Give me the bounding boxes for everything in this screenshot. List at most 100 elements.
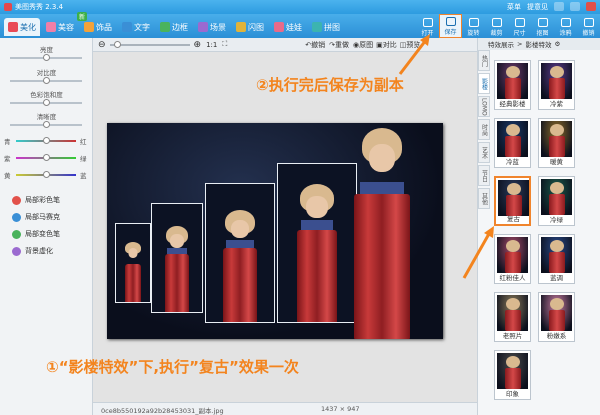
thumb-figure-head [505, 298, 520, 310]
slider-knob[interactable] [43, 77, 50, 84]
crop-button[interactable]: 裁剪 [485, 14, 508, 38]
zoom-out-icon[interactable]: ⊖ [98, 40, 106, 50]
red-label: 红 [80, 138, 87, 146]
effect-preview [497, 353, 528, 389]
zoom-ratio[interactable]: 1:1 [206, 41, 217, 49]
effect-thumb[interactable]: 暖黄 [538, 118, 575, 168]
redo-link[interactable]: 重做 [335, 40, 349, 50]
app-logo-icon [4, 3, 12, 11]
yellow-blue-slider[interactable] [16, 171, 76, 178]
fit-icon[interactable]: ⛶ [222, 40, 227, 49]
effect-label: 冷绿 [550, 216, 563, 224]
thumb-figure-dress [504, 78, 521, 99]
tab-flash[interactable]: 闪图 [232, 18, 268, 36]
effect-thumb[interactable]: 红粉佳人 [494, 234, 531, 284]
cutout-button[interactable]: 抠图 [531, 14, 554, 38]
category-other[interactable]: 其他 [478, 188, 490, 209]
feedback-link[interactable]: 提意见 [527, 2, 548, 12]
studio-effects-tab[interactable]: 影楼特效 [525, 39, 551, 49]
magenta-green-slider[interactable] [16, 154, 76, 161]
recolor-pen-icon [12, 229, 21, 239]
sharpness-slider[interactable] [10, 121, 82, 128]
status-bar: 0ce8b550192a92b28453031_副本.jpg 1437 × 94… [93, 402, 477, 415]
rotate-button[interactable]: 旋转 [462, 14, 485, 38]
undo-tool-button[interactable]: 撤销 [577, 14, 600, 38]
slider-knob[interactable] [43, 54, 50, 61]
slider-knob[interactable] [43, 171, 50, 178]
settings-icon[interactable]: ⚙ [554, 40, 560, 48]
effect-thumb[interactable]: 粉嫩系 [538, 292, 575, 342]
accessories-icon [84, 22, 94, 32]
zoom-slider[interactable] [109, 40, 190, 48]
zoom-in-icon[interactable]: ⊕ [194, 40, 202, 50]
effect-preview [541, 63, 572, 99]
effect-thumb[interactable]: 经典影楼 [494, 60, 531, 110]
zoom-knob[interactable] [113, 40, 121, 48]
save-button[interactable]: 保存 [439, 14, 462, 38]
category-studio[interactable]: 影楼 [478, 73, 490, 94]
effect-label: 冷蓝 [506, 158, 519, 166]
doll-icon [274, 22, 284, 32]
effect-thumb[interactable]: 冷紫 [538, 60, 575, 110]
close-button[interactable] [586, 2, 596, 11]
rotate-icon [468, 18, 479, 27]
local-mosaic-button[interactable]: 局部马赛克 [12, 212, 60, 222]
category-festival[interactable]: 节日 [478, 165, 490, 186]
resize-button[interactable]: 尺寸 [508, 14, 531, 38]
effect-label: 蓝调 [550, 274, 563, 282]
category-hot[interactable]: 热门 [478, 50, 490, 71]
slider-knob[interactable] [43, 154, 50, 161]
effect-thumb[interactable]: 蓝调 [538, 234, 575, 284]
effect-thumb[interactable]: 冷蓝 [494, 118, 531, 168]
undo-link[interactable]: 撤销 [311, 40, 325, 50]
category-lomo[interactable]: LOMO [478, 96, 490, 117]
tab-scene[interactable]: 场景 [194, 18, 230, 36]
local-color-pen-button[interactable]: 局部彩色笔 [12, 195, 60, 205]
image-dimensions: 1437 × 947 [321, 405, 360, 413]
effect-thumb[interactable]: 印象 [494, 350, 531, 400]
tab-collage[interactable]: 拼图 [308, 18, 344, 36]
effect-label: 经典影楼 [499, 100, 526, 108]
edited-photo[interactable] [107, 123, 443, 339]
background-blur-button[interactable]: 背景虚化 [12, 246, 53, 256]
minimize-button[interactable] [554, 2, 564, 11]
thumb-figure-dress [504, 252, 521, 273]
slider-knob[interactable] [43, 99, 50, 106]
cutout-icon [537, 18, 548, 27]
slider-knob[interactable] [43, 137, 50, 144]
thumb-figure-dress [504, 310, 521, 331]
cyan-red-slider[interactable] [16, 137, 76, 144]
effects-display-tab[interactable]: 特效展示 [488, 39, 514, 49]
tab-doll[interactable]: 娃娃 [270, 18, 306, 36]
save-icon [445, 17, 456, 26]
thumb-figure-head [549, 66, 564, 78]
color-pen-icon [12, 195, 21, 205]
effect-preview [541, 237, 572, 273]
local-recolor-pen-button[interactable]: 局部变色笔 [12, 229, 60, 239]
effect-thumb[interactable]: 复古 [494, 176, 531, 226]
slider-knob[interactable] [43, 121, 50, 128]
menu-link[interactable]: 菜单 [507, 2, 521, 12]
tab-border[interactable]: 边框 [156, 18, 192, 36]
green-label: 绿 [80, 155, 87, 163]
effect-label: 冷紫 [550, 100, 563, 108]
slider-label-brightness: 亮度 [40, 46, 53, 54]
tab-cosmetic[interactable]: 美容 [42, 18, 78, 36]
effect-thumb[interactable]: 冷绿 [538, 176, 575, 226]
tab-text[interactable]: 文字 [118, 18, 154, 36]
original-link[interactable]: 原图 [359, 40, 373, 50]
tab-accessories[interactable]: 饰品 [80, 18, 116, 36]
category-fashion[interactable]: 时尚 [478, 119, 490, 140]
doodle-button[interactable]: 涂鸦 [554, 14, 577, 38]
thumb-figure-head [506, 183, 521, 195]
contrast-slider[interactable] [10, 77, 82, 84]
maximize-button[interactable] [570, 2, 580, 11]
effect-preview [498, 180, 529, 216]
effect-label: 粉嫩系 [546, 332, 567, 340]
category-art[interactable]: 艺术 [478, 142, 490, 163]
saturation-slider[interactable] [10, 99, 82, 106]
tab-beautify[interactable]: 美化 [4, 18, 40, 36]
effect-label: 暖黄 [550, 158, 563, 166]
brightness-slider[interactable] [10, 54, 82, 61]
effect-thumb[interactable]: 老照片 [494, 292, 531, 342]
